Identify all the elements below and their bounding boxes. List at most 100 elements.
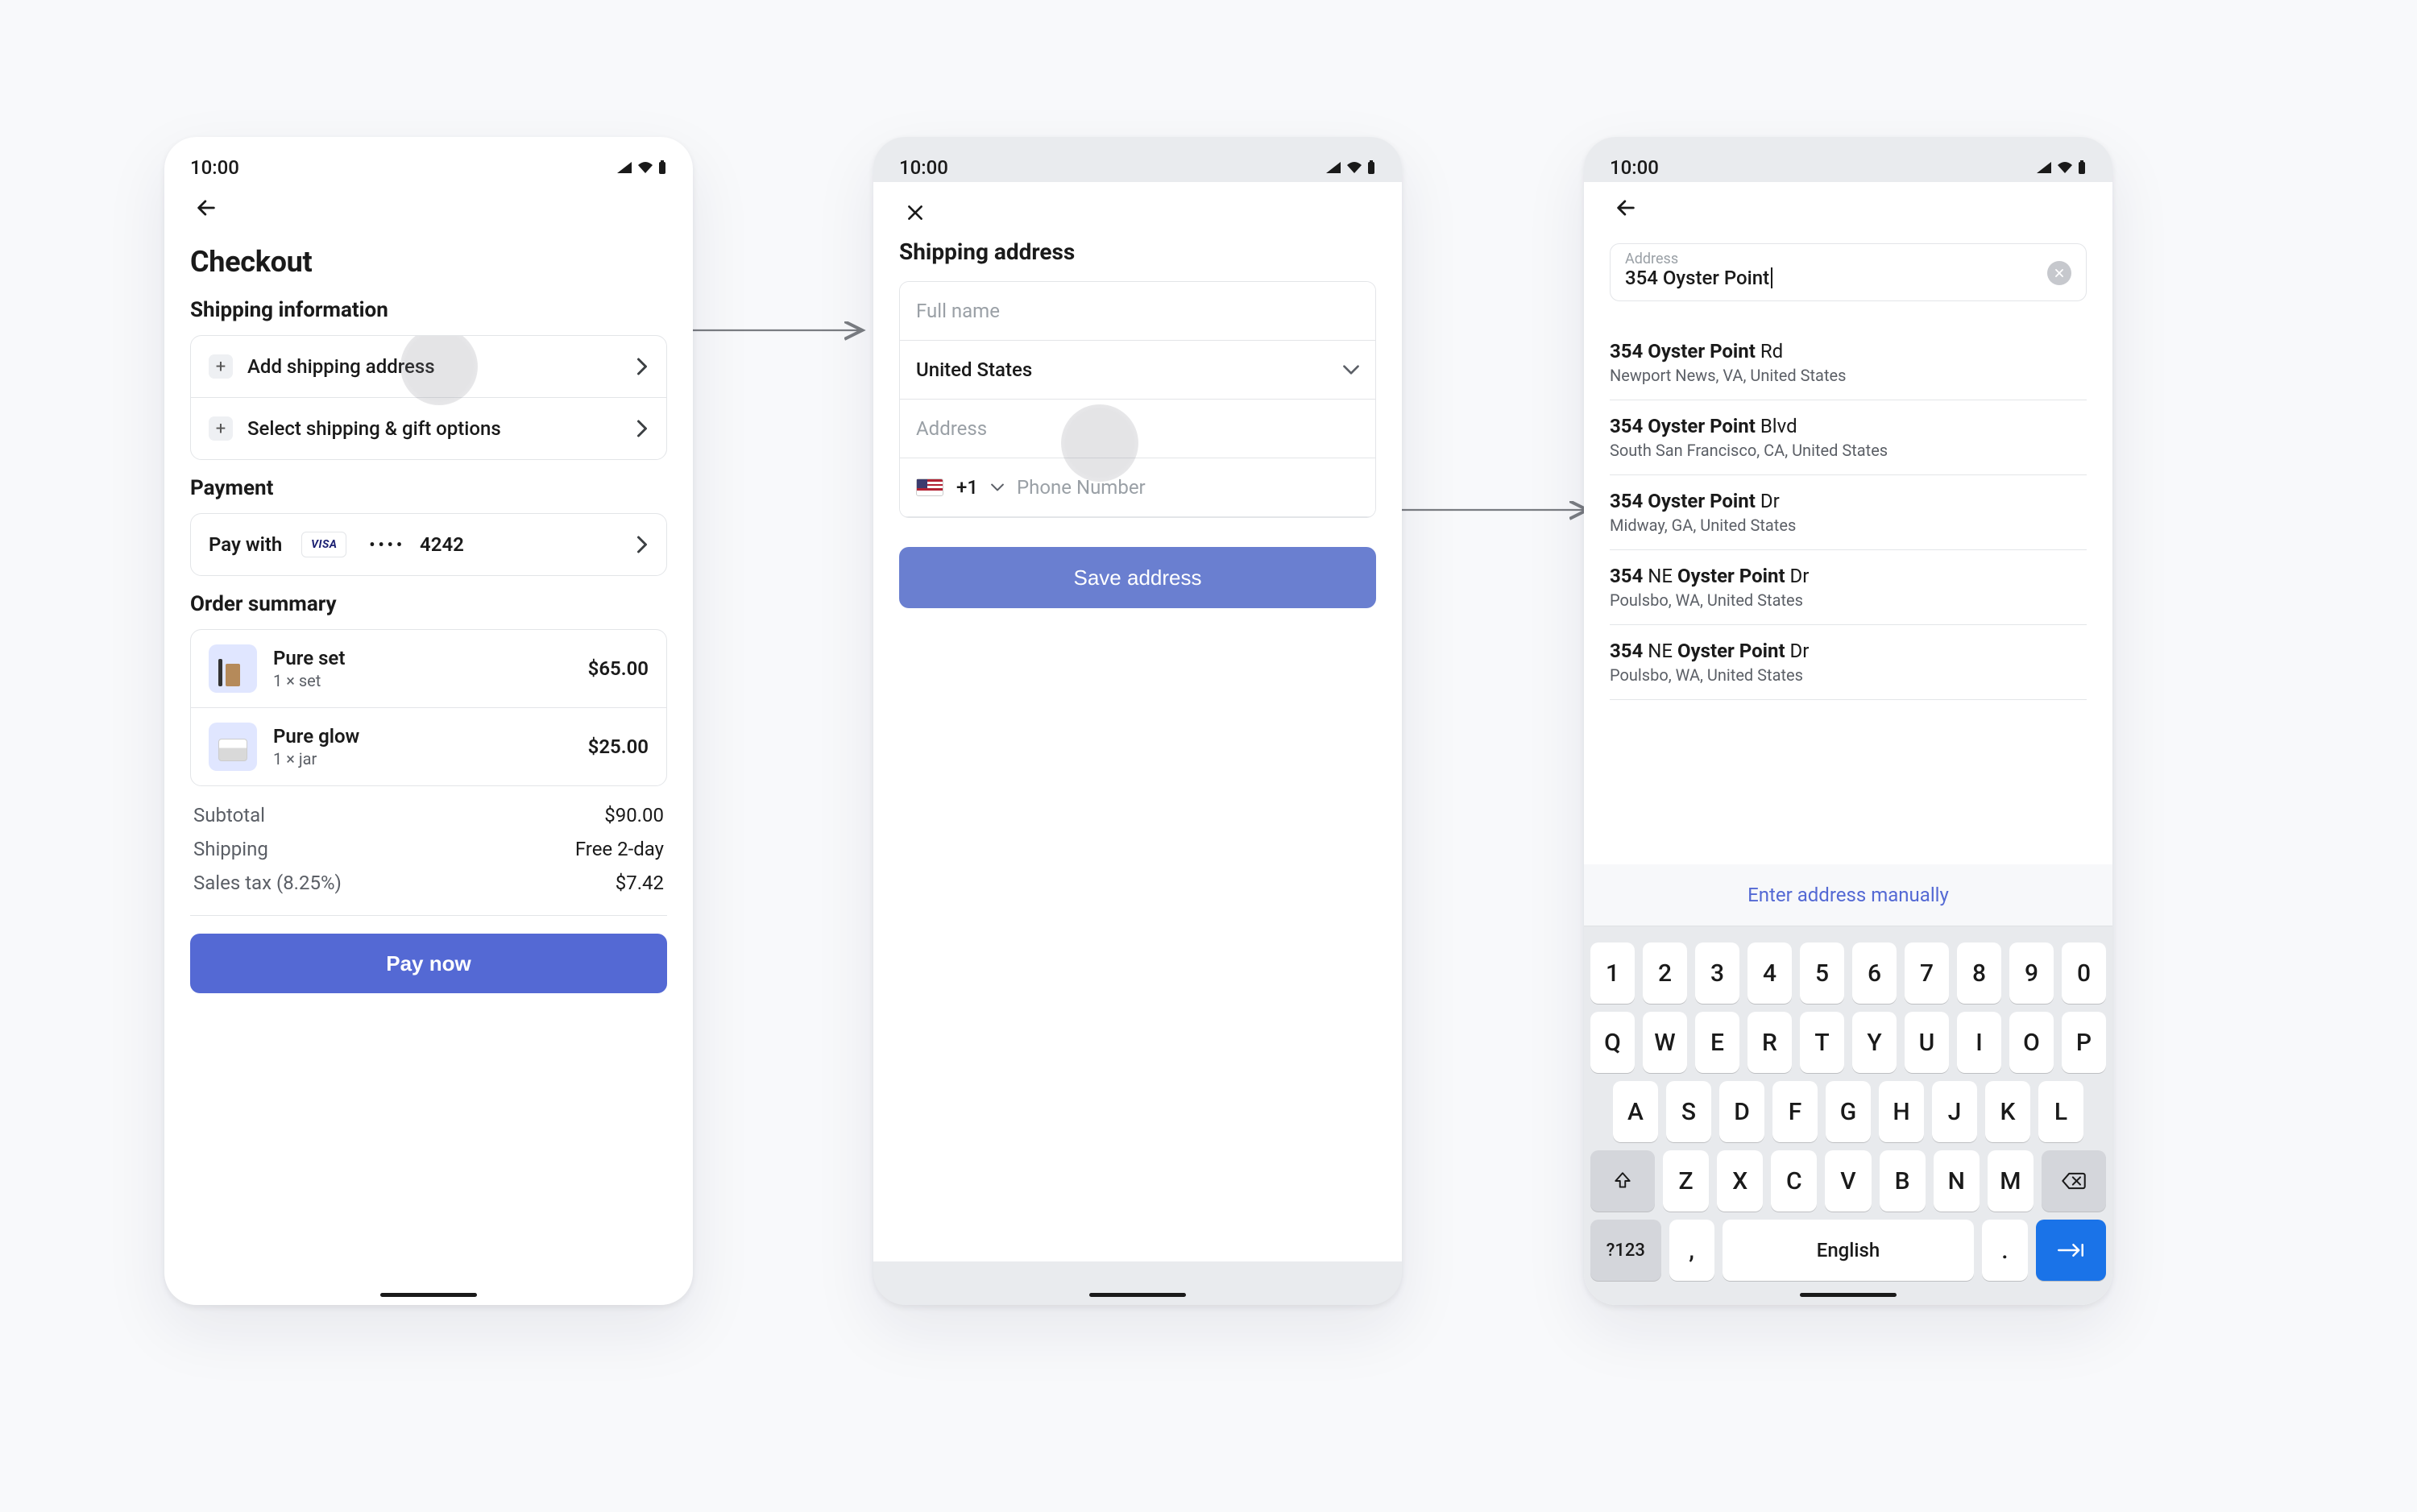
number-key[interactable]: 2 [1643,942,1687,1004]
symbols-key[interactable]: ?123 [1590,1220,1661,1281]
letter-key[interactable]: T [1800,1012,1844,1073]
chevron-right-icon [636,357,649,376]
order-item-price: $65.00 [588,657,649,680]
space-key[interactable]: English [1723,1220,1975,1281]
status-bar: 10:00 [1584,137,2112,182]
autocomplete-result[interactable]: 354 NE Oyster Point Dr Poulsbo, WA, Unite… [1610,550,2087,625]
back-button[interactable] [190,192,222,224]
product-thumb [209,644,257,693]
letter-key[interactable]: O [2009,1012,2054,1073]
number-key[interactable]: 8 [1957,942,2001,1004]
totals: Subtotal $90.00 Shipping Free 2-day Sale… [190,804,667,894]
autocomplete-result[interactable]: 354 Oyster Point RdNewport News, VA, Uni… [1610,325,2087,400]
result-primary: 354 NE Oyster Point Dr [1610,565,2087,587]
back-button[interactable] [1610,192,1642,224]
result-primary: 354 Oyster Point Dr [1610,490,2087,512]
pay-with-label: Pay with [209,533,282,556]
autocomplete-results: 354 Oyster Point RdNewport News, VA, Uni… [1610,325,2087,700]
chevron-down-icon [1343,364,1359,375]
section-payment-title: Payment [190,476,667,500]
chevron-right-icon [636,535,649,554]
number-key[interactable]: 0 [2062,942,2106,1004]
plus-icon: + [209,354,233,379]
phone-input-row[interactable]: +1 Phone Number [900,458,1375,517]
letter-key[interactable]: P [2062,1012,2106,1073]
pay-now-button[interactable]: Pay now [190,934,667,993]
tax-value: $7.42 [616,872,664,894]
letter-key[interactable]: W [1643,1012,1687,1073]
letter-key[interactable]: I [1957,1012,2001,1073]
letter-key[interactable]: A [1613,1081,1658,1142]
autocomplete-result[interactable]: 354 Oyster Point BlvdSouth San Francisco… [1610,400,2087,475]
shift-key[interactable] [1590,1150,1655,1212]
address-search-input[interactable]: Address 354 Oyster Point [1610,243,2087,301]
enter-key[interactable] [2036,1220,2107,1281]
autocomplete-result[interactable]: 354 NE Oyster Point DrPoulsbo, WA, Unite… [1610,625,2087,700]
letter-key[interactable]: H [1879,1081,1924,1142]
number-key[interactable]: 6 [1852,942,1897,1004]
letter-key[interactable]: K [1985,1081,2030,1142]
period-key[interactable]: . [1982,1220,2027,1281]
chevron-down-icon [991,483,1004,492]
add-shipping-address-row[interactable]: + Add shipping address [191,336,666,397]
letter-key[interactable]: F [1772,1081,1818,1142]
letter-key[interactable]: J [1932,1081,1977,1142]
number-key[interactable]: 7 [1905,942,1949,1004]
number-key[interactable]: 3 [1695,942,1739,1004]
comma-key[interactable]: , [1669,1220,1714,1281]
number-key[interactable]: 9 [2009,942,2054,1004]
shipping-options-row[interactable]: + Select shipping & gift options [191,398,666,459]
number-key[interactable]: 1 [1590,942,1635,1004]
letter-key[interactable]: L [2038,1081,2083,1142]
address-input[interactable]: Address [900,400,1375,458]
letter-key[interactable]: C [1771,1150,1817,1212]
order-item-name: Pure set [273,647,572,669]
letter-key[interactable]: M [1988,1150,2034,1212]
letter-key[interactable]: G [1826,1081,1871,1142]
number-key[interactable]: 5 [1800,942,1844,1004]
payment-method-row[interactable]: Pay with VISA •••• 4242 [191,514,666,575]
result-secondary: Newport News, VA, United States [1610,366,2087,385]
dial-code: +1 [956,476,978,499]
letter-key[interactable]: N [1934,1150,1980,1212]
add-shipping-address-label: Add shipping address [247,355,621,378]
text-cursor [1771,267,1772,288]
subtotal-label: Subtotal [193,804,265,826]
order-item-price: $25.00 [588,735,649,758]
order-item-name: Pure glow [273,725,572,748]
shipping-card: + Add shipping address + Select shipping… [190,335,667,460]
save-address-button[interactable]: Save address [899,547,1376,608]
letter-key[interactable]: R [1747,1012,1792,1073]
letter-key[interactable]: U [1905,1012,1949,1073]
letter-key[interactable]: D [1719,1081,1764,1142]
battery-icon [1366,160,1376,175]
enter-icon [2057,1241,2084,1260]
letter-key[interactable]: Q [1590,1012,1635,1073]
result-secondary: Poulsbo, WA, United States [1610,590,2087,610]
result-secondary: Poulsbo, WA, United States [1610,665,2087,685]
page-title: Checkout [190,245,667,279]
letter-key[interactable]: B [1880,1150,1926,1212]
letter-key[interactable]: V [1825,1150,1871,1212]
country-select[interactable]: United States [900,341,1375,400]
address-input-value: 354 Oyster Point [1625,267,1769,289]
close-icon [905,202,926,223]
backspace-icon [2061,1170,2087,1191]
number-key[interactable]: 4 [1747,942,1792,1004]
signal-icon [2035,160,2053,175]
clear-input-button[interactable] [2047,261,2071,285]
letter-key[interactable]: S [1666,1081,1711,1142]
full-name-input[interactable]: Full name [900,282,1375,341]
close-button[interactable] [899,197,931,229]
letter-key[interactable]: X [1717,1150,1763,1212]
shift-icon [1612,1170,1633,1191]
letter-key[interactable]: Y [1852,1012,1897,1073]
card-mask-dots: •••• [369,535,405,554]
letter-key[interactable]: E [1695,1012,1739,1073]
autocomplete-result[interactable]: 354 Oyster Point DrMidway, GA, United St… [1610,475,2087,550]
backspace-key[interactable] [2042,1150,2106,1212]
order-item-qty: 1 × jar [273,749,572,768]
enter-address-manually-link[interactable]: Enter address manually [1584,864,2112,926]
letter-key[interactable]: Z [1663,1150,1709,1212]
signal-icon [1325,160,1342,175]
